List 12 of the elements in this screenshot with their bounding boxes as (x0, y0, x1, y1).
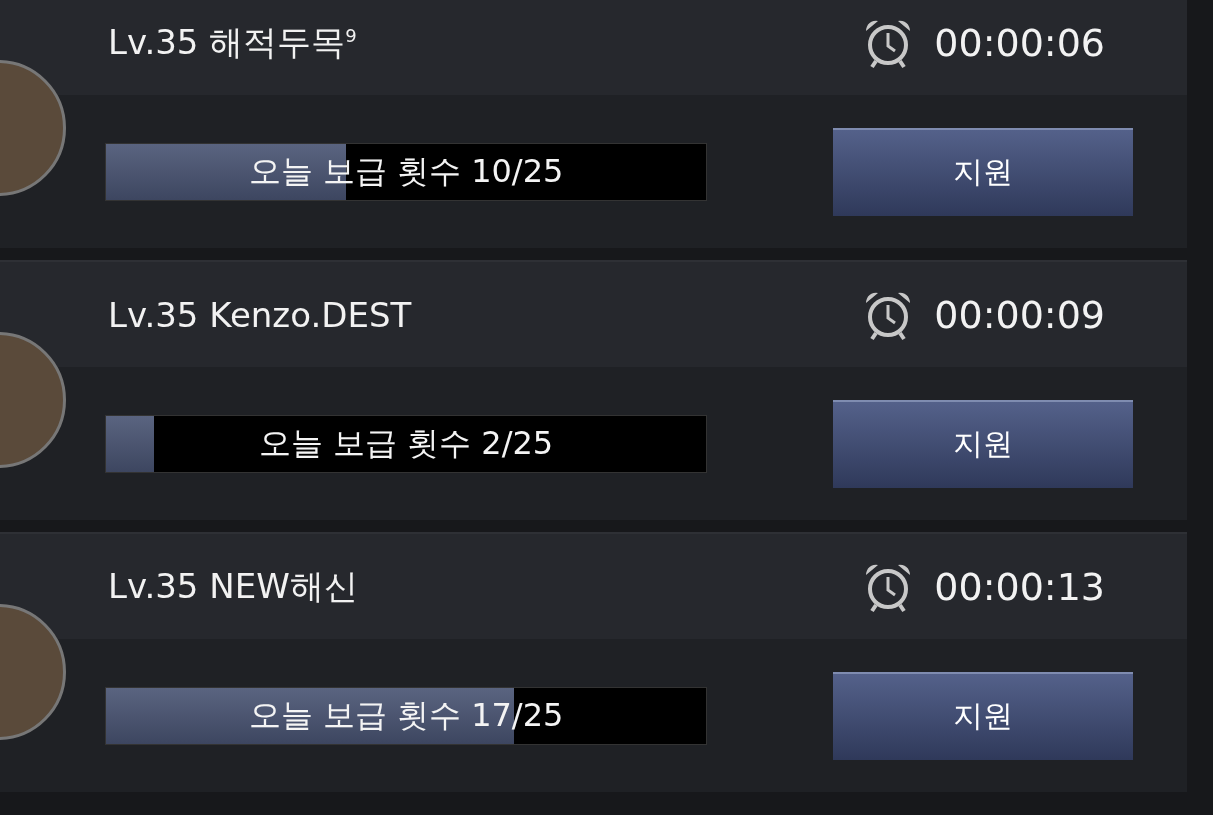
countdown-timer: 00:00:13 (934, 564, 1105, 609)
player-name: Lv.35 Kenzo.DEST (108, 294, 412, 335)
supply-count: 오늘 보급 횟수 10/25 (248, 150, 564, 192)
support-button[interactable]: 지원 (833, 127, 1133, 216)
countdown-timer: 00:00:06 (934, 20, 1105, 65)
player-name: Lv.35 해적두목$^{9}$ (108, 20, 357, 64)
countdown-timer: 00:00:09 (934, 292, 1105, 337)
supply-count: 오늘 보급 횟수 2/25 (258, 422, 554, 464)
support-button[interactable]: 지원 (833, 399, 1133, 488)
player-name: Lv.35 NEW해신 (108, 564, 358, 608)
supply-count: 오늘 보급 횟수 17/25 (248, 694, 564, 736)
support-button[interactable]: 지원 (833, 671, 1133, 760)
